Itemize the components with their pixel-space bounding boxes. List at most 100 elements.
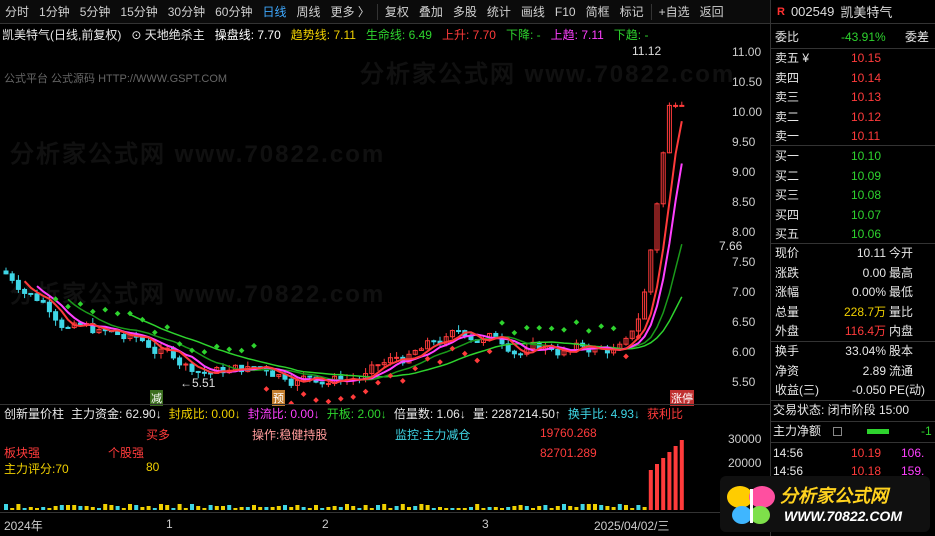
volume-bar bbox=[258, 507, 262, 510]
bids-price: 10.08 bbox=[851, 186, 881, 205]
toolbar-item[interactable]: 15分钟 bbox=[115, 1, 162, 23]
volume-bar bbox=[494, 507, 498, 510]
volume-bar bbox=[556, 506, 560, 510]
volume-panel-label: 主力评分:70 bbox=[4, 460, 69, 477]
stat-label: 涨跌 bbox=[775, 264, 799, 283]
downtrend-dot bbox=[239, 348, 245, 354]
bids-row[interactable]: 买三 10.08 bbox=[771, 186, 935, 205]
candle-body bbox=[153, 347, 157, 353]
list-icon[interactable] bbox=[833, 427, 842, 436]
volume-tick: 20000 bbox=[728, 456, 761, 470]
toolbar-item[interactable]: F10 bbox=[550, 1, 581, 23]
downtrend-dot bbox=[102, 307, 108, 313]
price-tick: 8.00 bbox=[732, 225, 755, 239]
toolbar-item[interactable]: 5分钟 bbox=[75, 1, 116, 23]
toolbar-item[interactable]: +自选 bbox=[654, 1, 695, 23]
volume-bar bbox=[10, 508, 14, 510]
date-axis: 2024年 1 2 3 2025/04/02/三 bbox=[0, 512, 770, 536]
candle-body bbox=[457, 331, 461, 332]
volume-bar bbox=[457, 508, 461, 510]
toolbar-item[interactable]: 标记 bbox=[615, 1, 649, 23]
candle-body bbox=[395, 357, 399, 358]
volume-bar bbox=[649, 470, 653, 510]
asks-row[interactable]: 卖一 10.11 bbox=[771, 127, 935, 146]
toolbar-item[interactable]: 简框 bbox=[581, 1, 615, 23]
toolbar-item[interactable]: 1分钟 bbox=[34, 1, 75, 23]
volume-bar bbox=[196, 506, 200, 510]
volume-bar bbox=[568, 506, 572, 510]
candle-body bbox=[54, 312, 58, 320]
stat-row: 现价 10.11 今开 bbox=[771, 244, 935, 263]
toolbar-item[interactable]: 统计 bbox=[482, 1, 516, 23]
bids-row[interactable]: 买二 10.09 bbox=[771, 167, 935, 186]
volume-bar bbox=[550, 508, 554, 510]
current-price-tag: 7.66 bbox=[717, 239, 744, 253]
candle-body bbox=[271, 371, 275, 376]
volume-bar bbox=[382, 504, 386, 510]
volume-bar bbox=[314, 505, 318, 510]
trade-status-text: 交易状态: 闭市阶段 15:00 bbox=[773, 401, 909, 420]
volume-bar bbox=[500, 508, 504, 510]
toolbar-item[interactable]: 60分钟 bbox=[210, 1, 257, 23]
bids-price: 10.09 bbox=[851, 167, 881, 186]
bids-row[interactable]: 买四 10.07 bbox=[771, 206, 935, 225]
asks-label: 卖三 bbox=[775, 88, 799, 107]
price-tick: 6.00 bbox=[732, 345, 755, 359]
volume-bars bbox=[0, 422, 718, 512]
volume-bar bbox=[401, 504, 405, 510]
volume-bar bbox=[178, 504, 182, 510]
indicator-value: 主力资金: 62.90↓ bbox=[71, 405, 162, 422]
main-net-value: -1 bbox=[921, 422, 932, 441]
toolbar-item[interactable]: 叠加 bbox=[414, 1, 448, 23]
volume-bar bbox=[413, 506, 417, 510]
toolbar-item[interactable]: 30分钟 bbox=[163, 1, 210, 23]
downtrend-dot bbox=[251, 343, 257, 349]
bids-price: 10.07 bbox=[851, 206, 881, 225]
asks-row[interactable]: 卖三 10.13 bbox=[771, 88, 935, 107]
volume-panel-label: 80 bbox=[146, 460, 159, 474]
site-logo: 分析家公式网 WWW.70822.COM bbox=[720, 476, 930, 532]
bids-row[interactable]: 买五 10.06 bbox=[771, 225, 935, 244]
candle-body bbox=[66, 327, 70, 328]
toolbar-item[interactable]: 分时 bbox=[0, 1, 34, 23]
volume-bar bbox=[240, 507, 244, 510]
volume-bar bbox=[357, 508, 361, 510]
main-net-row[interactable]: 主力净额 -1 bbox=[771, 422, 935, 441]
bids-label: 买三 bbox=[775, 186, 799, 205]
volume-bar bbox=[426, 505, 430, 510]
toolbar-item[interactable]: 返回 bbox=[695, 1, 729, 23]
uptrend-dot bbox=[623, 354, 629, 360]
toolbar-divider bbox=[377, 4, 378, 20]
candlestick-chart[interactable] bbox=[0, 24, 718, 404]
volume-bar bbox=[91, 507, 95, 510]
asks-row[interactable]: 卖二 10.12 bbox=[771, 108, 935, 127]
candle-body bbox=[196, 371, 200, 372]
toolbar-item[interactable]: 日线 bbox=[257, 1, 291, 23]
volume-bar bbox=[246, 507, 250, 510]
quote-panel: R 002549 凯美特气 委比 -43.91% 委差 卖五 ¥10.15 卖四 1… bbox=[770, 0, 935, 536]
volume-bar bbox=[512, 506, 516, 510]
toolbar-item[interactable]: 更多 〉 bbox=[326, 1, 375, 23]
toolbar-item[interactable]: 画线 bbox=[516, 1, 550, 23]
volume-bar bbox=[283, 505, 287, 510]
volume-bar bbox=[221, 506, 225, 510]
downtrend-dot bbox=[549, 326, 555, 332]
price-tick: 9.00 bbox=[732, 165, 755, 179]
stock-name: 凯美特气 bbox=[840, 2, 892, 21]
candle-body bbox=[308, 376, 312, 377]
volume-bar bbox=[302, 507, 306, 510]
volume-bar bbox=[289, 507, 293, 510]
price-tick: 10.00 bbox=[732, 105, 762, 119]
indicator-value: 倍量数: 1.06↓ bbox=[394, 405, 466, 422]
bids-row[interactable]: 买一 10.10 bbox=[771, 147, 935, 166]
toolbar-item[interactable]: 周线 bbox=[291, 1, 325, 23]
indicator-value: 开板: 2.00↓ bbox=[327, 405, 387, 422]
uptrend-dot bbox=[313, 397, 319, 403]
asks-row[interactable]: 卖五 ¥ 10.15 bbox=[771, 49, 935, 68]
volume-bar bbox=[351, 506, 355, 510]
volume-bar bbox=[537, 506, 541, 510]
volume-bar bbox=[47, 508, 51, 510]
toolbar-item[interactable]: 复权 bbox=[380, 1, 414, 23]
toolbar-item[interactable]: 多股 bbox=[448, 1, 482, 23]
asks-row[interactable]: 卖四 10.14 bbox=[771, 69, 935, 88]
